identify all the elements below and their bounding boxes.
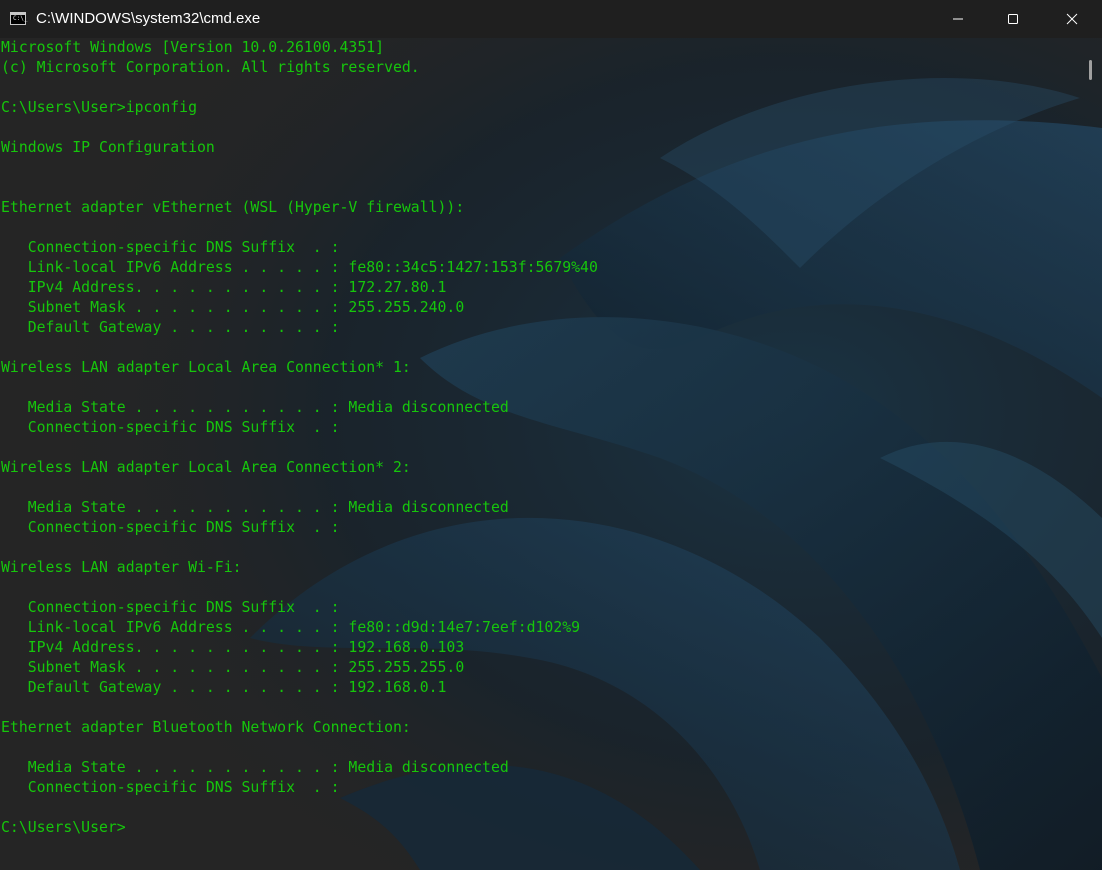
console-line: Ethernet adapter Bluetooth Network Conne… xyxy=(1,719,411,736)
console-line: Wireless LAN adapter Local Area Connecti… xyxy=(1,459,411,476)
console-line: Default Gateway . . . . . . . . . : 192.… xyxy=(1,679,447,696)
console-line: Link-local IPv6 Address . . . . . : fe80… xyxy=(1,259,598,276)
console-line: Connection-specific DNS Suffix . : xyxy=(1,419,340,436)
window-title: C:\WINDOWS\system32\cmd.exe xyxy=(36,10,261,27)
maximize-icon xyxy=(1008,14,1018,24)
console-line: Default Gateway . . . . . . . . . : xyxy=(1,319,340,336)
console-line: Connection-specific DNS Suffix . : xyxy=(1,599,340,616)
vertical-scrollbar[interactable] xyxy=(1086,38,1102,870)
console-line: Wireless LAN adapter Local Area Connecti… xyxy=(1,359,411,376)
console-line: C:\Users\User>ipconfig xyxy=(1,99,197,116)
console-line: Media State . . . . . . . . . . . : Medi… xyxy=(1,759,509,776)
console-output[interactable]: Microsoft Windows [Version 10.0.26100.43… xyxy=(0,38,1088,870)
console-line: (c) Microsoft Corporation. All rights re… xyxy=(1,59,420,76)
minimize-icon xyxy=(953,18,963,20)
console-line: Windows IP Configuration xyxy=(1,139,215,156)
console-line: Media State . . . . . . . . . . . : Medi… xyxy=(1,499,509,516)
title-bar[interactable]: C:\_ C:\WINDOWS\system32\cmd.exe xyxy=(0,0,1102,38)
close-button[interactable] xyxy=(1049,0,1095,38)
console-line: Ethernet adapter vEthernet (WSL (Hyper-V… xyxy=(1,199,465,216)
console-line: Subnet Mask . . . . . . . . . . . : 255.… xyxy=(1,659,465,676)
console-line: Connection-specific DNS Suffix . : xyxy=(1,239,340,256)
console-line: IPv4 Address. . . . . . . . . . . : 192.… xyxy=(1,639,465,656)
scrollbar-thumb[interactable] xyxy=(1089,60,1092,80)
console-line: C:\Users\User> xyxy=(1,819,126,836)
console-line: Microsoft Windows [Version 10.0.26100.43… xyxy=(1,39,385,56)
console-line: IPv4 Address. . . . . . . . . . . : 172.… xyxy=(1,279,447,296)
console-line: Connection-specific DNS Suffix . : xyxy=(1,779,340,796)
console-line: Subnet Mask . . . . . . . . . . . : 255.… xyxy=(1,299,465,316)
cmd-window: C:\_ C:\WINDOWS\system32\cmd.exe Microso… xyxy=(0,0,1102,870)
console-line: Wireless LAN adapter Wi-Fi: xyxy=(1,559,242,576)
console-app-icon-text: C:\_ xyxy=(13,15,28,22)
console-line: Media State . . . . . . . . . . . : Medi… xyxy=(1,399,509,416)
maximize-button[interactable] xyxy=(990,0,1036,38)
console-line: Link-local IPv6 Address . . . . . : fe80… xyxy=(1,619,581,636)
close-icon xyxy=(1066,13,1078,25)
console-line: Connection-specific DNS Suffix . : xyxy=(1,519,340,536)
console-app-icon: C:\_ xyxy=(10,12,28,25)
minimize-button[interactable] xyxy=(935,0,981,38)
